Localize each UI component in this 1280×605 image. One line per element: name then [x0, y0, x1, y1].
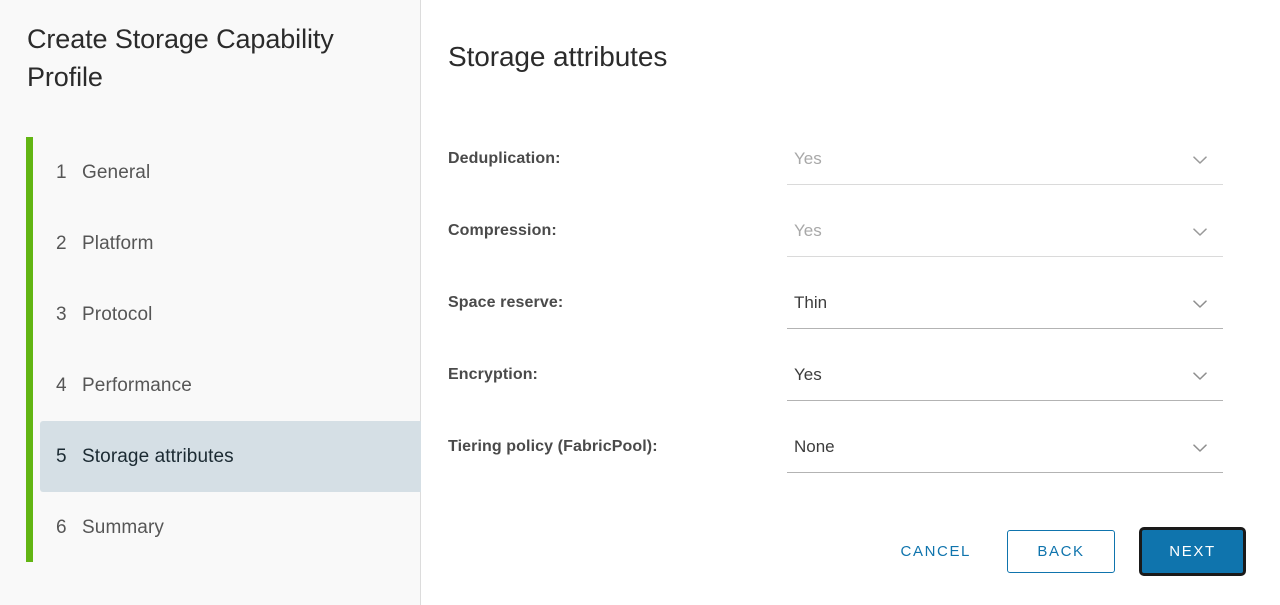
compression-label: Compression:	[448, 222, 557, 239]
encryption-value: Yes	[794, 365, 822, 384]
deduplication-value: Yes	[794, 149, 822, 168]
sidebar-step-protocol[interactable]: 3 Protocol	[40, 279, 421, 350]
step-number: 4	[56, 374, 67, 396]
wizard-sidebar: Create Storage Capability Profile 1 Gene…	[0, 0, 421, 605]
step-number: 1	[56, 161, 67, 183]
sidebar-step-platform[interactable]: 2 Platform	[40, 208, 421, 279]
form-row-space-reserve: Space reserve: Thin	[431, 266, 1261, 338]
chevron-down-icon	[1193, 300, 1207, 309]
step-label: Storage attributes	[82, 445, 234, 467]
step-label: Performance	[82, 374, 192, 396]
cancel-button[interactable]: CANCEL	[887, 535, 985, 568]
form-row-compression: Compression: Yes	[431, 194, 1261, 266]
chevron-down-icon	[1193, 156, 1207, 165]
compression-value: Yes	[794, 221, 822, 240]
sidebar-step-summary[interactable]: 6 Summary	[40, 492, 421, 563]
step-number: 6	[56, 516, 67, 538]
step-label: Protocol	[82, 303, 153, 325]
space-reserve-select[interactable]: Thin	[787, 279, 1223, 329]
form-row-deduplication: Deduplication: Yes	[431, 122, 1261, 194]
step-label: Platform	[82, 232, 154, 254]
tiering-policy-value: None	[794, 437, 835, 456]
encryption-label: Encryption:	[448, 366, 538, 383]
step-number: 2	[56, 232, 67, 254]
next-button[interactable]: NEXT	[1139, 527, 1246, 576]
create-storage-capability-profile-wizard: Create Storage Capability Profile 1 Gene…	[0, 0, 1280, 605]
space-reserve-value: Thin	[794, 293, 828, 312]
wizard-footer-actions: CANCEL BACK NEXT	[887, 527, 1246, 576]
step-number: 5	[56, 445, 67, 467]
compression-select[interactable]: Yes	[787, 207, 1223, 257]
encryption-select[interactable]: Yes	[787, 351, 1223, 401]
space-reserve-label: Space reserve:	[448, 294, 564, 311]
storage-attributes-form: Deduplication: Yes Compression: Yes Spac…	[431, 122, 1261, 482]
tiering-policy-label: Tiering policy (FabricPool):	[448, 438, 658, 455]
deduplication-label: Deduplication:	[448, 150, 561, 167]
form-row-tiering-policy: Tiering policy (FabricPool): None	[431, 410, 1261, 482]
deduplication-select[interactable]: Yes	[787, 135, 1223, 185]
chevron-down-icon	[1193, 444, 1207, 453]
wizard-main-panel: Storage attributes Deduplication: Yes Co…	[421, 0, 1280, 605]
step-label: Summary	[82, 516, 164, 538]
back-button[interactable]: BACK	[1007, 530, 1115, 573]
page-title: Storage attributes	[448, 40, 668, 72]
step-number: 3	[56, 303, 67, 325]
tiering-policy-select[interactable]: None	[787, 423, 1223, 473]
wizard-step-list: 1 General 2 Platform 3 Protocol 4 Perfor…	[0, 137, 421, 563]
step-label: General	[82, 161, 151, 183]
chevron-down-icon	[1193, 228, 1207, 237]
sidebar-step-general[interactable]: 1 General	[40, 137, 421, 208]
sidebar-step-storage-attributes[interactable]: 5 Storage attributes	[40, 421, 421, 492]
sidebar-step-performance[interactable]: 4 Performance	[40, 350, 421, 421]
step-progress-rail	[26, 137, 33, 562]
wizard-title: Create Storage Capability Profile	[27, 24, 334, 92]
chevron-down-icon	[1193, 372, 1207, 381]
form-row-encryption: Encryption: Yes	[431, 338, 1261, 410]
